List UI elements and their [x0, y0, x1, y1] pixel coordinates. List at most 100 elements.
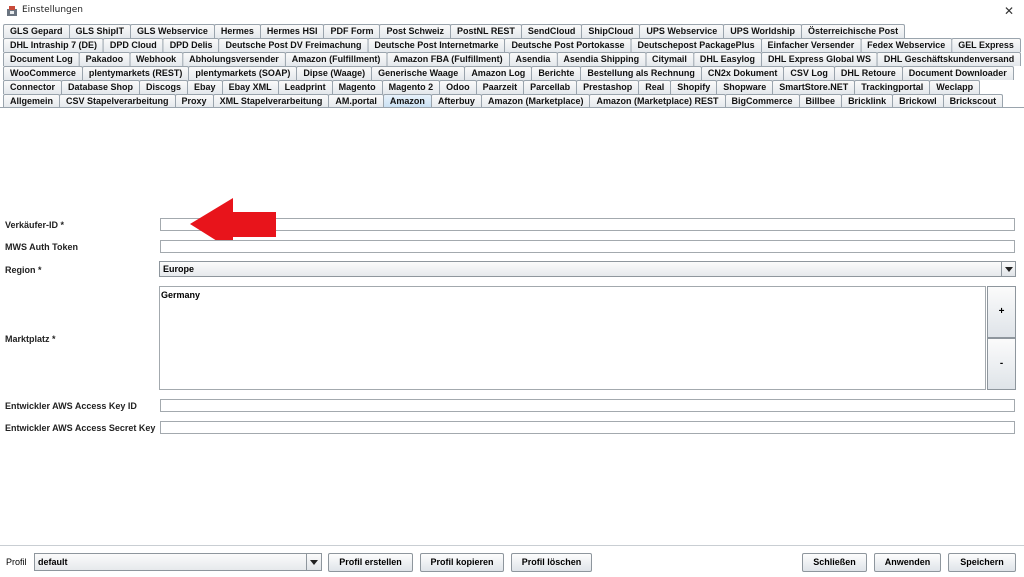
tab-webhook[interactable]: Webhook: [129, 52, 184, 66]
tab-dpd-delis[interactable]: DPD Delis: [162, 38, 220, 52]
tab-weclapp[interactable]: Weclapp: [929, 80, 981, 94]
seller-id-input[interactable]: [160, 218, 1015, 231]
tab-amazon-marketplace[interactable]: Amazon (Marketplace): [480, 94, 591, 108]
tab-database-shop[interactable]: Database Shop: [61, 80, 141, 94]
copy-profile-button[interactable]: Profil kopieren: [420, 553, 504, 572]
aws-secret-label: Entwickler AWS Access Secret Key: [5, 423, 156, 433]
tab-asendia[interactable]: Asendia: [508, 52, 558, 66]
tab-ups-worldship[interactable]: UPS Worldship: [723, 24, 803, 38]
close-icon[interactable]: ✕: [1000, 2, 1018, 20]
tab-berichte[interactable]: Berichte: [531, 66, 582, 80]
aws-key-id-input[interactable]: [160, 399, 1015, 412]
tab-pdf-form[interactable]: PDF Form: [323, 24, 381, 38]
tab-deutschepost-packageplus[interactable]: Deutschepost PackagePlus: [630, 38, 762, 52]
tab-plentymarkets-soap[interactable]: plentymarkets (SOAP): [188, 66, 298, 80]
tab-gls-webservice[interactable]: GLS Webservice: [130, 24, 215, 38]
tab-hermes[interactable]: Hermes: [213, 24, 261, 38]
tab-paarzeit[interactable]: Paarzeit: [475, 80, 525, 94]
tab-amazon-marketplace-rest[interactable]: Amazon (Marketplace) REST: [589, 94, 726, 108]
tab-smartstore-net[interactable]: SmartStore.NET: [772, 80, 856, 94]
tab-einfacher-versender[interactable]: Einfacher Versender: [760, 38, 862, 52]
close-button[interactable]: Schließen: [802, 553, 867, 572]
create-profile-button[interactable]: Profil erstellen: [328, 553, 413, 572]
tab-discogs[interactable]: Discogs: [139, 80, 189, 94]
tab-odoo[interactable]: Odoo: [439, 80, 477, 94]
tab-hermes-hsi[interactable]: Hermes HSI: [259, 24, 325, 38]
tab-plentymarkets-rest[interactable]: plentymarkets (REST): [81, 66, 190, 80]
tab-postnl-rest[interactable]: PostNL REST: [449, 24, 522, 38]
tab-bigcommerce[interactable]: BigCommerce: [724, 94, 800, 108]
tab-magento-2[interactable]: Magento 2: [381, 80, 441, 94]
tab-bricklink[interactable]: Bricklink: [841, 94, 894, 108]
profile-select[interactable]: default: [34, 553, 322, 571]
tab-deutsche-post-dv-freimachung[interactable]: Deutsche Post DV Freimachung: [218, 38, 369, 52]
tab-brickowl[interactable]: Brickowl: [892, 94, 944, 108]
tab-proxy[interactable]: Proxy: [174, 94, 214, 108]
tab-real[interactable]: Real: [638, 80, 672, 94]
tab-dpd-cloud[interactable]: DPD Cloud: [102, 38, 164, 52]
tab-cn2x-dokument[interactable]: CN2x Dokument: [700, 66, 785, 80]
region-select[interactable]: Europe: [159, 261, 1016, 277]
tab-gls-shipit[interactable]: GLS ShipIT: [68, 24, 132, 38]
tab-woocommerce[interactable]: WooCommerce: [3, 66, 83, 80]
tab-citymail[interactable]: Citymail: [645, 52, 694, 66]
delete-profile-button[interactable]: Profil löschen: [511, 553, 592, 572]
tab-ebay-xml[interactable]: Ebay XML: [221, 80, 279, 94]
tab-connector[interactable]: Connector: [3, 80, 62, 94]
list-item[interactable]: Germany: [161, 290, 200, 300]
tab-amazon-fba-fulfillment[interactable]: Amazon FBA (Fulfillment): [386, 52, 510, 66]
mws-token-input[interactable]: [160, 240, 1015, 253]
tab-leadprint[interactable]: Leadprint: [277, 80, 333, 94]
tab-billbee[interactable]: Billbee: [798, 94, 843, 108]
tab-dhl-geschäftskundenversand[interactable]: DHL Geschäftskundenversand: [876, 52, 1022, 66]
tab-xml-stapelverarbeitung[interactable]: XML Stapelverarbeitung: [212, 94, 330, 108]
tab-sendcloud[interactable]: SendCloud: [520, 24, 583, 38]
tab-brickscout[interactable]: Brickscout: [942, 94, 1004, 108]
aws-secret-input[interactable]: [160, 421, 1015, 434]
save-button[interactable]: Speichern: [948, 553, 1016, 572]
tab-amazon-fulfillment[interactable]: Amazon (Fulfillment): [284, 52, 388, 66]
tab-trackingportal[interactable]: Trackingportal: [854, 80, 931, 94]
tab-post-schweiz[interactable]: Post Schweiz: [379, 24, 451, 38]
tab-document-log[interactable]: Document Log: [3, 52, 80, 66]
tab-csv-stapelverarbeitung[interactable]: CSV Stapelverarbeitung: [59, 94, 176, 108]
tab-fedex-webservice[interactable]: Fedex Webservice: [860, 38, 953, 52]
tab-dhl-retoure[interactable]: DHL Retoure: [833, 66, 903, 80]
chevron-down-icon[interactable]: [306, 554, 321, 570]
tab-abholungsversender[interactable]: Abholungsversender: [182, 52, 286, 66]
tab-bestellung-als-rechnung[interactable]: Bestellung als Rechnung: [580, 66, 702, 80]
apply-button[interactable]: Anwenden: [874, 553, 941, 572]
tab-dhl-intraship-7-de[interactable]: DHL Intraship 7 (DE): [3, 38, 104, 52]
tab-shopify[interactable]: Shopify: [670, 80, 718, 94]
marketplace-list[interactable]: Germany: [159, 286, 986, 390]
tab-allgemein[interactable]: Allgemein: [3, 94, 61, 108]
remove-marketplace-button[interactable]: -: [987, 338, 1016, 390]
tab-österreichische-post[interactable]: Österreichische Post: [801, 24, 906, 38]
tab-deutsche-post-portokasse[interactable]: Deutsche Post Portokasse: [504, 38, 632, 52]
tab-dhl-express-global-ws[interactable]: DHL Express Global WS: [760, 52, 878, 66]
tab-prestashop[interactable]: Prestashop: [576, 80, 640, 94]
tab-dhl-easylog[interactable]: DHL Easylog: [692, 52, 762, 66]
tab-amazon[interactable]: Amazon: [382, 94, 432, 108]
tab-dipse-waage[interactable]: Dipse (Waage): [296, 66, 373, 80]
tab-pakadoo[interactable]: Pakadoo: [78, 52, 131, 66]
tab-deutsche-post-internetmarke[interactable]: Deutsche Post Internetmarke: [367, 38, 506, 52]
tab-gls-gepard[interactable]: GLS Gepard: [3, 24, 70, 38]
tab-shopware[interactable]: Shopware: [716, 80, 774, 94]
tab-ebay[interactable]: Ebay: [187, 80, 223, 94]
add-marketplace-button[interactable]: +: [987, 286, 1016, 338]
tab-asendia-shipping[interactable]: Asendia Shipping: [556, 52, 647, 66]
tab-amazon-log[interactable]: Amazon Log: [464, 66, 533, 80]
tab-csv-log[interactable]: CSV Log: [783, 66, 835, 80]
tab-am-portal[interactable]: AM.portal: [328, 94, 384, 108]
tab-afterbuy[interactable]: Afterbuy: [430, 94, 482, 108]
tab-shipcloud[interactable]: ShipCloud: [581, 24, 641, 38]
tab-row-4: WooCommerce plentymarkets (REST) plentymar…: [3, 66, 1014, 80]
tab-generische-waage[interactable]: Generische Waage: [371, 66, 466, 80]
tab-parcellab[interactable]: Parcellab: [523, 80, 578, 94]
tab-ups-webservice[interactable]: UPS Webservice: [639, 24, 725, 38]
tab-magento[interactable]: Magento: [331, 80, 383, 94]
chevron-down-icon[interactable]: [1001, 262, 1015, 276]
tab-gel-express[interactable]: GEL Express: [951, 38, 1021, 52]
tab-document-downloader[interactable]: Document Downloader: [901, 66, 1014, 80]
